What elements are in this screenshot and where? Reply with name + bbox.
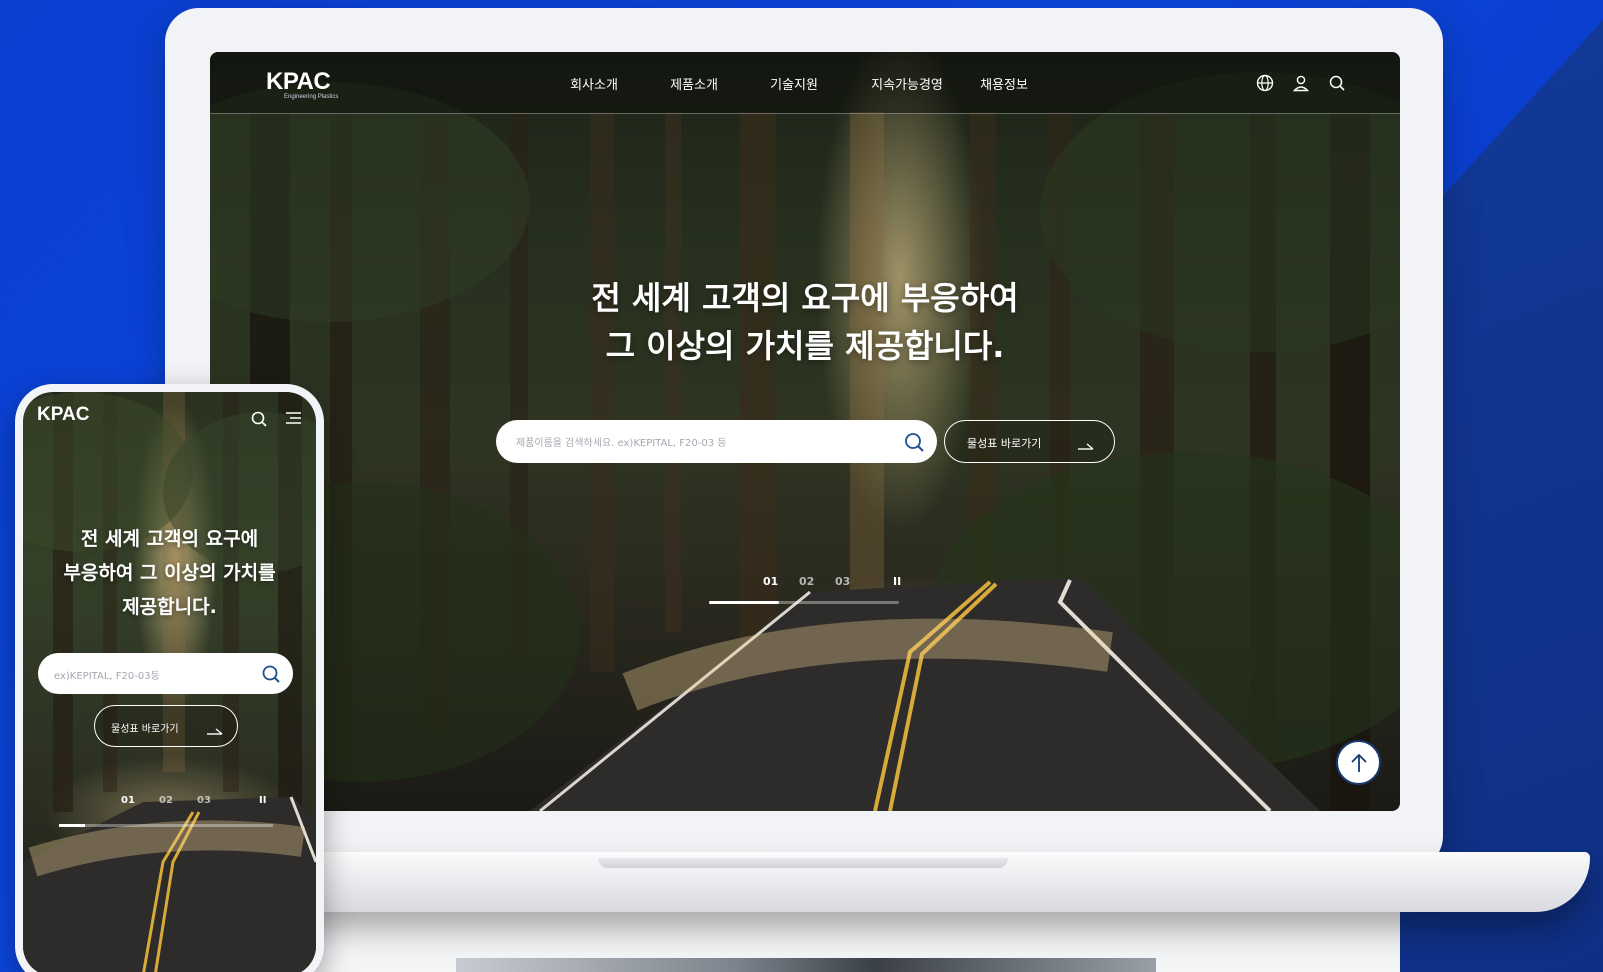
hero-title-line-2: 그 이상의 가치를 제공합니다.	[605, 327, 1005, 365]
nav-item-company[interactable]: 회사소개	[568, 74, 620, 93]
slide-pager: 01 02 03 II	[763, 575, 907, 588]
mobile-slide-indicator-2[interactable]: 02	[159, 795, 197, 806]
top-navigation: KPAC Engineering Plastics 회사소개 제품소개 기술지원…	[210, 52, 1400, 114]
mobile-slide-indicator-3[interactable]: 03	[197, 795, 235, 806]
mobile-property-table-label: 물성표 바로가기	[111, 724, 179, 735]
mobile-hero-title-line-3: 제공합니다.	[122, 596, 217, 618]
nav-item-careers[interactable]: 채용정보	[978, 74, 1030, 93]
nav-icons	[1256, 74, 1346, 92]
slide-indicator-3[interactable]: 03	[835, 575, 871, 588]
search-submit-icon[interactable]	[903, 431, 925, 453]
mobile-hero-title: 전 세계 고객의 요구에 부응하여 그 이상의 가치를 제공합니다.	[23, 522, 316, 624]
user-icon[interactable]	[1292, 74, 1310, 92]
desktop-screen: KPAC Engineering Plastics 회사소개 제품소개 기술지원…	[210, 52, 1400, 811]
mobile-screen: KPAC 전 세계 고객의 요구에 부응하여 그 이상의 가치를 제공합니다. …	[23, 392, 316, 972]
mobile-hero-title-line-2: 부응하여 그 이상의 가치를	[63, 562, 276, 584]
search-icon[interactable]	[1328, 74, 1346, 92]
slide-indicator-1[interactable]: 01	[763, 575, 799, 588]
arrow-up-icon	[1351, 753, 1367, 772]
mobile-logo-mark: KPAC	[37, 404, 90, 425]
arrow-right-icon	[207, 722, 223, 741]
hero-title: 전 세계 고객의 요구에 부응하여 그 이상의 가치를 제공합니다.	[210, 274, 1400, 370]
mobile-search-placeholder: ex)KEPITAL, F20-03등	[54, 671, 160, 682]
pause-icon[interactable]: II	[259, 795, 271, 806]
mobile-hero-title-line-1: 전 세계 고객의 요구에	[80, 528, 259, 550]
property-table-button[interactable]: 물성표 바로가기	[944, 420, 1115, 463]
search-icon[interactable]	[250, 410, 268, 432]
mobile-property-table-button[interactable]: 물성표 바로가기	[94, 705, 238, 747]
kpac-logo[interactable]: KPAC Engineering Plastics	[266, 68, 338, 100]
scroll-to-top-button[interactable]	[1336, 740, 1381, 785]
search-placeholder: 제품이름을 검색하세요. ex)KEPITAL, F20-03 등	[516, 438, 727, 449]
logo-mark: KPAC	[266, 68, 331, 95]
hero-title-line-1: 전 세계 고객의 요구에 부응하여	[591, 279, 1019, 317]
property-table-label: 물성표 바로가기	[967, 437, 1042, 450]
mobile-slide-pager: 01 02 03 II	[121, 795, 271, 806]
nav-item-tech-support[interactable]: 기술지원	[768, 74, 820, 93]
laptop-notch	[598, 858, 1008, 868]
slide-progress-bar	[709, 601, 899, 604]
slide-progress-fill	[709, 601, 780, 604]
mobile-product-search[interactable]: ex)KEPITAL, F20-03등	[38, 653, 293, 694]
mobile-kpac-logo[interactable]: KPAC	[37, 404, 89, 426]
below-image	[456, 958, 1156, 972]
mobile-slide-progress-fill	[59, 824, 85, 827]
product-search[interactable]: 제품이름을 검색하세요. ex)KEPITAL, F20-03 등	[496, 420, 937, 463]
pause-icon[interactable]: II	[893, 575, 907, 588]
nav-item-sustainability[interactable]: 지속가능경영	[868, 74, 946, 93]
mobile-search-submit-icon[interactable]	[261, 664, 281, 688]
main-menu: 회사소개 제품소개 기술지원 지속가능경영 채용정보	[568, 74, 1030, 93]
globe-icon[interactable]	[1256, 74, 1274, 92]
slide-indicator-2[interactable]: 02	[799, 575, 835, 588]
mobile-slide-progress-bar	[59, 824, 273, 827]
nav-item-products[interactable]: 제품소개	[668, 74, 720, 93]
hamburger-menu-icon[interactable]	[284, 410, 302, 430]
arrow-right-icon	[1078, 437, 1094, 450]
mobile-slide-indicator-1[interactable]: 01	[121, 795, 159, 806]
phone-frame: KPAC 전 세계 고객의 요구에 부응하여 그 이상의 가치를 제공합니다. …	[15, 384, 324, 972]
